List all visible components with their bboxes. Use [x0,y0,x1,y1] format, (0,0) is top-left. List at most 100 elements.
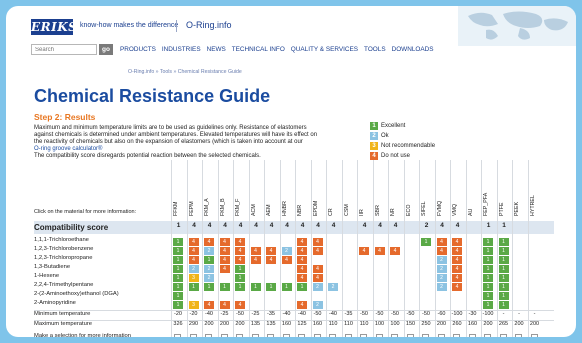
material-header-ptfe[interactable]: PTFE [499,192,510,216]
material-header-fkm-b[interactable]: FKM_B [220,192,231,216]
chemical-name[interactable]: 2-Aminopyridine [34,300,76,306]
material-select-checkbox[interactable] [530,334,538,337]
material-header-nr[interactable]: NR [390,192,401,216]
nav-item-technical-info[interactable]: TECHNICAL INFO [232,46,285,53]
material-header-vmq[interactable]: VMQ [452,192,463,216]
resistance-cell: 4 [312,273,323,282]
legend-swatch: 3 [370,142,378,150]
material-select-checkbox[interactable] [236,334,243,337]
resistance-cell: 4 [297,273,307,282]
resistance-cell: 4 [235,246,245,255]
chemical-name[interactable]: 1-Hexene [34,273,59,279]
material-select-checkbox[interactable] [484,334,491,337]
nav-item-industries[interactable]: INDUSTRIES [162,46,201,53]
material-header-au[interactable]: AU [468,192,479,216]
material-select-checkbox[interactable] [189,334,197,337]
page-title: Chemical Resistance Guide [34,86,271,106]
resistance-cell: 3 [188,273,199,282]
material-header-csm[interactable]: CSM [344,192,355,216]
resistance-cell: 1 [421,237,431,246]
resistance-cell: 1 [498,291,509,300]
legend-swatch: 1 [370,122,378,130]
chemical-name[interactable]: 1,1,1-Trichloroethane [34,237,89,243]
min-temp-value: -40 [282,311,291,317]
resistance-cell: 4 [452,246,462,255]
material-header-aem[interactable]: AEM [266,192,277,216]
material-header-fvmq[interactable]: FVMQ [437,192,448,216]
max-temp-value: 100 [374,321,385,327]
resistance-cell: 4 [297,255,307,264]
nav-item-news[interactable]: NEWS [207,46,226,53]
material-select-checkbox[interactable] [205,334,212,337]
material-header-iir[interactable]: IIR [359,192,370,216]
material-header-fep-pfa[interactable]: FEP_PFA [483,192,494,216]
material-header-hnbr[interactable]: HNBR [282,192,293,216]
nav-item-downloads[interactable]: DOWNLOADS [392,46,434,53]
material-select-checkbox[interactable] [375,334,383,337]
compatibility-score: 4 [316,222,320,229]
resistance-cell: 2 [328,282,338,291]
legend-swatch: 4 [370,152,378,160]
min-temp-value: -40 [205,311,213,317]
material-header-ffkm[interactable]: FFKM [173,192,184,216]
chemical-name[interactable]: 1,3-Butadiene [34,264,70,270]
material-select-checkbox[interactable] [174,334,181,337]
material-select-checkbox[interactable] [437,334,445,337]
material-header-hytrel[interactable]: HYTREL [530,192,541,216]
material-header-fkm-a[interactable]: FKM_A [204,192,215,216]
material-select-checkbox[interactable] [344,334,352,337]
nav-item-tools[interactable]: TOOLS [364,46,386,53]
resistance-cell: 4 [204,237,214,246]
material-header-sbr[interactable]: SBR [375,192,386,216]
material-header-fepm[interactable]: FEPM [189,192,200,216]
search-input[interactable] [31,44,97,55]
compatibility-score: 2 [424,222,429,229]
material-select-checkbox[interactable] [313,334,321,337]
chemical-name[interactable]: 2,2,4-Trimethylpentane [34,282,93,288]
nav-item-products[interactable]: PRODUCTS [120,46,156,53]
material-header-cr[interactable]: CR [328,192,339,216]
material-select-checkbox[interactable] [499,334,507,337]
material-header-peek[interactable]: PEEK [514,192,525,216]
material-select-checkbox[interactable] [468,334,476,337]
material-select-checkbox[interactable] [282,334,290,337]
material-select-checkbox[interactable] [298,334,305,337]
go-button[interactable]: go [99,44,113,55]
min-temp-value: -100 [451,311,463,317]
material-select-checkbox[interactable] [329,334,336,337]
legend-label: Ok [381,133,389,139]
site-name[interactable]: O-Ring.info [186,20,232,30]
breadcrumb[interactable]: O-Ring.info » Tools » Chemical Resistanc… [128,69,242,75]
step-title: Step 2: Results [34,112,96,122]
resistance-cell: 1 [204,255,214,264]
material-select-checkbox[interactable] [406,334,414,337]
min-temp-value: -25 [220,311,229,317]
chemical-name[interactable]: 1,2,3-Trichlorobenzene [34,246,93,252]
material-header-eco[interactable]: ECO [406,192,417,216]
material-select-checkbox[interactable] [360,334,367,337]
material-select-checkbox[interactable] [422,334,429,337]
material-select-checkbox[interactable] [251,334,259,337]
compatibility-score: 4 [223,222,227,229]
material-select-checkbox[interactable] [220,334,228,337]
material-select-checkbox[interactable] [515,334,522,337]
material-header-epdm[interactable]: EPDM [313,192,324,216]
material-header-fkm-f[interactable]: FKM_F [235,192,246,216]
material-select-checkbox[interactable] [267,334,274,337]
chemical-name[interactable]: 1,2,3-Trichloropropane [34,255,92,261]
compatibility-score: 4 [269,222,274,229]
min-temp-value: -25 [251,311,260,317]
material-header-nbr[interactable]: NBR [297,192,308,216]
resistance-cell: 4 [359,246,369,255]
material-header-sifel[interactable]: SIFEL [421,192,432,216]
material-select-checkbox[interactable] [453,334,460,337]
nav-item-quality-services[interactable]: QUALITY & SERVICES [291,46,358,53]
material-header-acm[interactable]: ACM [251,192,262,216]
legend-item: 3 Not recommendable [370,142,470,150]
main-nav: PRODUCTS INDUSTRIES NEWS TECHNICAL INFO QUAL… [120,44,440,55]
material-select-checkbox[interactable] [391,334,398,337]
resistance-cell: 2 [312,300,323,309]
chemical-name[interactable]: 2-(2-Aminoethoxy)ethanol (DGA) [34,291,119,297]
resistance-cell: 4 [219,264,230,273]
eriks-logo[interactable]: ERIKS [31,19,77,35]
